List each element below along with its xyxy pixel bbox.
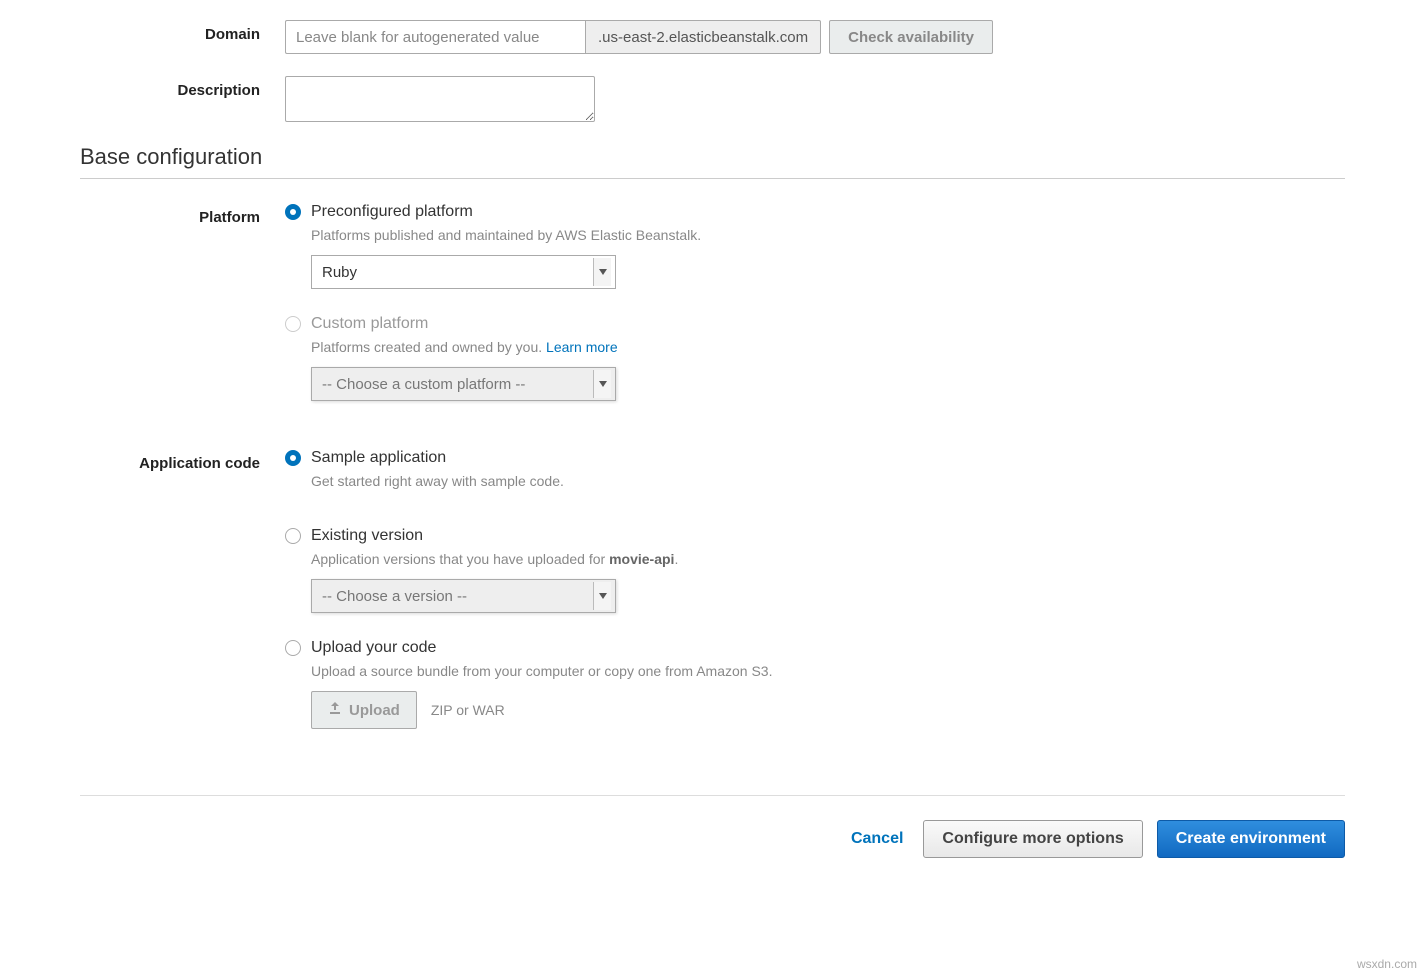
sample-desc: Get started right away with sample code.	[311, 473, 1345, 489]
platform-row: Platform Preconfigured platform Platform…	[80, 203, 1345, 427]
description-input[interactable]	[285, 76, 595, 122]
preconfigured-platform-value: Ruby	[322, 264, 357, 281]
existing-version-option: Existing version Application versions th…	[285, 527, 1345, 613]
chevron-down-icon	[593, 258, 611, 286]
footer-rule	[80, 795, 1345, 796]
appcode-controls: Sample application Get started right awa…	[285, 449, 1345, 755]
sample-radio-label: Sample application	[311, 449, 446, 467]
upload-radio-label: Upload your code	[311, 639, 436, 657]
existing-radio-row[interactable]: Existing version	[285, 527, 1345, 545]
preconfigured-radio-label: Preconfigured platform	[311, 203, 473, 221]
preconfigured-desc: Platforms published and maintained by AW…	[311, 227, 1345, 243]
domain-input[interactable]	[285, 20, 585, 54]
custom-desc: Platforms created and owned by you. Lear…	[311, 339, 1345, 355]
existing-desc: Application versions that you have uploa…	[311, 551, 1345, 567]
create-environment-button[interactable]: Create environment	[1157, 820, 1345, 858]
cancel-button[interactable]: Cancel	[851, 830, 903, 848]
platform-label: Platform	[80, 203, 285, 226]
upload-code-option: Upload your code Upload a source bundle …	[285, 639, 1345, 729]
domain-row: Domain .us-east-2.elasticbeanstalk.com C…	[80, 20, 1345, 54]
existing-desc-suffix: .	[674, 551, 678, 567]
appcode-label: Application code	[80, 449, 285, 472]
sample-radio-row[interactable]: Sample application	[285, 449, 1345, 467]
custom-radio-row[interactable]: Custom platform	[285, 315, 1345, 333]
custom-radio-label: Custom platform	[311, 315, 428, 333]
description-label: Description	[80, 76, 285, 99]
section-rule	[80, 178, 1345, 179]
learn-more-link[interactable]: Learn more	[546, 339, 618, 355]
check-availability-button[interactable]: Check availability	[829, 20, 993, 54]
upload-button[interactable]: Upload	[311, 691, 417, 729]
upload-hint: ZIP or WAR	[431, 702, 505, 718]
footer-actions: Cancel Configure more options Create env…	[80, 820, 1345, 858]
custom-desc-text: Platforms created and owned by you.	[311, 339, 546, 355]
upload-radio[interactable]	[285, 640, 301, 656]
existing-app-name: movie-api	[609, 551, 674, 567]
existing-version-placeholder: -- Choose a version --	[322, 588, 467, 605]
existing-radio-label: Existing version	[311, 527, 423, 545]
preconfigured-platform-select[interactable]: Ruby	[311, 255, 616, 289]
existing-radio[interactable]	[285, 528, 301, 544]
domain-label: Domain	[80, 20, 285, 43]
preconfigured-radio[interactable]	[285, 204, 301, 220]
custom-platform-select[interactable]: -- Choose a custom platform --	[311, 367, 616, 401]
preconfigured-platform-option: Preconfigured platform Platforms publish…	[285, 203, 1345, 289]
chevron-down-icon	[593, 582, 611, 610]
domain-suffix: .us-east-2.elasticbeanstalk.com	[585, 20, 821, 54]
existing-version-select[interactable]: -- Choose a version --	[311, 579, 616, 613]
upload-desc: Upload a source bundle from your compute…	[311, 663, 1345, 679]
custom-platform-placeholder: -- Choose a custom platform --	[322, 376, 525, 393]
chevron-down-icon	[593, 370, 611, 398]
platform-controls: Preconfigured platform Platforms publish…	[285, 203, 1345, 427]
custom-platform-option: Custom platform Platforms created and ow…	[285, 315, 1345, 401]
appcode-row: Application code Sample application Get …	[80, 449, 1345, 755]
configure-more-options-button[interactable]: Configure more options	[923, 820, 1142, 858]
domain-input-group: .us-east-2.elasticbeanstalk.com Check av…	[285, 20, 1345, 54]
existing-desc-prefix: Application versions that you have uploa…	[311, 551, 609, 567]
base-config-title: Base configuration	[80, 144, 1345, 170]
watermark: wsxdn.com	[1357, 957, 1417, 971]
sample-app-option: Sample application Get started right awa…	[285, 449, 1345, 501]
description-row: Description	[80, 76, 1345, 122]
description-controls	[285, 76, 1345, 122]
upload-button-label: Upload	[349, 702, 400, 719]
custom-radio[interactable]	[285, 316, 301, 332]
upload-radio-row[interactable]: Upload your code	[285, 639, 1345, 657]
domain-controls: .us-east-2.elasticbeanstalk.com Check av…	[285, 20, 1345, 54]
preconfigured-radio-row[interactable]: Preconfigured platform	[285, 203, 1345, 221]
upload-icon	[328, 701, 342, 719]
sample-radio[interactable]	[285, 450, 301, 466]
upload-row: Upload ZIP or WAR	[311, 691, 1345, 729]
